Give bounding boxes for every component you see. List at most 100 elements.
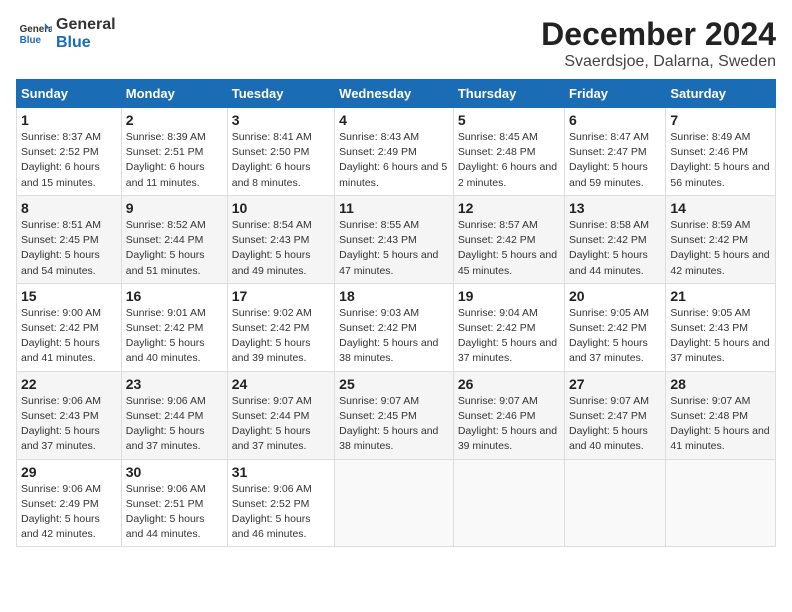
day-cell: 29 Sunrise: 9:06 AM Sunset: 2:49 PM Dayl…	[17, 459, 122, 547]
day-cell: 14 Sunrise: 8:59 AM Sunset: 2:42 PM Dayl…	[666, 195, 776, 283]
day-number: 29	[21, 464, 117, 480]
header-sunday: Sunday	[17, 80, 122, 108]
day-info: Sunrise: 8:39 AM Sunset: 2:51 PM Dayligh…	[126, 130, 223, 191]
day-info: Sunrise: 8:43 AM Sunset: 2:49 PM Dayligh…	[339, 130, 449, 191]
day-info: Sunrise: 8:59 AM Sunset: 2:42 PM Dayligh…	[670, 218, 771, 279]
day-cell: 6 Sunrise: 8:47 AM Sunset: 2:47 PM Dayli…	[565, 108, 666, 196]
day-number: 23	[126, 376, 223, 392]
day-number: 3	[232, 112, 330, 128]
logo: General Blue General Blue	[16, 16, 116, 52]
header-tuesday: Tuesday	[227, 80, 334, 108]
day-number: 19	[458, 288, 560, 304]
day-info: Sunrise: 9:00 AM Sunset: 2:42 PM Dayligh…	[21, 306, 117, 367]
day-number: 31	[232, 464, 330, 480]
day-info: Sunrise: 9:03 AM Sunset: 2:42 PM Dayligh…	[339, 306, 449, 367]
day-number: 13	[569, 200, 661, 216]
day-number: 24	[232, 376, 330, 392]
day-number: 8	[21, 200, 117, 216]
day-cell: 19 Sunrise: 9:04 AM Sunset: 2:42 PM Dayl…	[453, 283, 564, 371]
day-cell: 24 Sunrise: 9:07 AM Sunset: 2:44 PM Dayl…	[227, 371, 334, 459]
day-cell: 11 Sunrise: 8:55 AM Sunset: 2:43 PM Dayl…	[335, 195, 454, 283]
week-row-3: 15 Sunrise: 9:00 AM Sunset: 2:42 PM Dayl…	[17, 283, 776, 371]
day-cell: 28 Sunrise: 9:07 AM Sunset: 2:48 PM Dayl…	[666, 371, 776, 459]
day-number: 20	[569, 288, 661, 304]
day-cell: 25 Sunrise: 9:07 AM Sunset: 2:45 PM Dayl…	[335, 371, 454, 459]
day-number: 27	[569, 376, 661, 392]
day-info: Sunrise: 8:54 AM Sunset: 2:43 PM Dayligh…	[232, 218, 330, 279]
day-cell: 22 Sunrise: 9:06 AM Sunset: 2:43 PM Dayl…	[17, 371, 122, 459]
day-cell: 18 Sunrise: 9:03 AM Sunset: 2:42 PM Dayl…	[335, 283, 454, 371]
day-cell: 2 Sunrise: 8:39 AM Sunset: 2:51 PM Dayli…	[121, 108, 227, 196]
day-cell: 12 Sunrise: 8:57 AM Sunset: 2:42 PM Dayl…	[453, 195, 564, 283]
day-cell: 20 Sunrise: 9:05 AM Sunset: 2:42 PM Dayl…	[565, 283, 666, 371]
day-info: Sunrise: 8:57 AM Sunset: 2:42 PM Dayligh…	[458, 218, 560, 279]
day-number: 25	[339, 376, 449, 392]
day-cell: 10 Sunrise: 8:54 AM Sunset: 2:43 PM Dayl…	[227, 195, 334, 283]
day-info: Sunrise: 8:52 AM Sunset: 2:44 PM Dayligh…	[126, 218, 223, 279]
day-cell	[453, 459, 564, 547]
day-info: Sunrise: 8:37 AM Sunset: 2:52 PM Dayligh…	[21, 130, 117, 191]
day-number: 21	[670, 288, 771, 304]
day-cell: 15 Sunrise: 9:00 AM Sunset: 2:42 PM Dayl…	[17, 283, 122, 371]
day-number: 6	[569, 112, 661, 128]
subtitle: Svaerdsjoe, Dalarna, Sweden	[541, 53, 776, 71]
day-info: Sunrise: 9:07 AM Sunset: 2:48 PM Dayligh…	[670, 394, 771, 455]
day-info: Sunrise: 9:01 AM Sunset: 2:42 PM Dayligh…	[126, 306, 223, 367]
day-number: 11	[339, 200, 449, 216]
day-info: Sunrise: 8:51 AM Sunset: 2:45 PM Dayligh…	[21, 218, 117, 279]
day-info: Sunrise: 9:06 AM Sunset: 2:43 PM Dayligh…	[21, 394, 117, 455]
day-cell: 9 Sunrise: 8:52 AM Sunset: 2:44 PM Dayli…	[121, 195, 227, 283]
day-number: 30	[126, 464, 223, 480]
day-cell: 3 Sunrise: 8:41 AM Sunset: 2:50 PM Dayli…	[227, 108, 334, 196]
calendar-header-row: SundayMondayTuesdayWednesdayThursdayFrid…	[17, 80, 776, 108]
day-cell	[565, 459, 666, 547]
day-number: 10	[232, 200, 330, 216]
day-cell: 30 Sunrise: 9:06 AM Sunset: 2:51 PM Dayl…	[121, 459, 227, 547]
day-number: 7	[670, 112, 771, 128]
day-number: 12	[458, 200, 560, 216]
day-number: 9	[126, 200, 223, 216]
logo-icon: General Blue	[16, 16, 52, 52]
header-friday: Friday	[565, 80, 666, 108]
week-row-2: 8 Sunrise: 8:51 AM Sunset: 2:45 PM Dayli…	[17, 195, 776, 283]
week-row-1: 1 Sunrise: 8:37 AM Sunset: 2:52 PM Dayli…	[17, 108, 776, 196]
day-cell: 1 Sunrise: 8:37 AM Sunset: 2:52 PM Dayli…	[17, 108, 122, 196]
day-number: 14	[670, 200, 771, 216]
day-info: Sunrise: 9:06 AM Sunset: 2:44 PM Dayligh…	[126, 394, 223, 455]
day-cell: 21 Sunrise: 9:05 AM Sunset: 2:43 PM Dayl…	[666, 283, 776, 371]
day-cell: 23 Sunrise: 9:06 AM Sunset: 2:44 PM Dayl…	[121, 371, 227, 459]
header-saturday: Saturday	[666, 80, 776, 108]
day-info: Sunrise: 9:05 AM Sunset: 2:43 PM Dayligh…	[670, 306, 771, 367]
day-cell: 4 Sunrise: 8:43 AM Sunset: 2:49 PM Dayli…	[335, 108, 454, 196]
day-cell	[666, 459, 776, 547]
header-monday: Monday	[121, 80, 227, 108]
day-number: 17	[232, 288, 330, 304]
day-cell	[335, 459, 454, 547]
day-number: 28	[670, 376, 771, 392]
day-info: Sunrise: 9:07 AM Sunset: 2:44 PM Dayligh…	[232, 394, 330, 455]
day-info: Sunrise: 8:58 AM Sunset: 2:42 PM Dayligh…	[569, 218, 661, 279]
day-info: Sunrise: 9:07 AM Sunset: 2:47 PM Dayligh…	[569, 394, 661, 455]
day-cell: 16 Sunrise: 9:01 AM Sunset: 2:42 PM Dayl…	[121, 283, 227, 371]
week-row-5: 29 Sunrise: 9:06 AM Sunset: 2:49 PM Dayl…	[17, 459, 776, 547]
day-info: Sunrise: 9:07 AM Sunset: 2:46 PM Dayligh…	[458, 394, 560, 455]
day-number: 4	[339, 112, 449, 128]
day-info: Sunrise: 9:05 AM Sunset: 2:42 PM Dayligh…	[569, 306, 661, 367]
day-cell: 5 Sunrise: 8:45 AM Sunset: 2:48 PM Dayli…	[453, 108, 564, 196]
day-info: Sunrise: 9:02 AM Sunset: 2:42 PM Dayligh…	[232, 306, 330, 367]
main-title: December 2024	[541, 16, 776, 53]
day-number: 1	[21, 112, 117, 128]
day-info: Sunrise: 9:06 AM Sunset: 2:51 PM Dayligh…	[126, 482, 223, 543]
day-info: Sunrise: 8:41 AM Sunset: 2:50 PM Dayligh…	[232, 130, 330, 191]
day-cell: 27 Sunrise: 9:07 AM Sunset: 2:47 PM Dayl…	[565, 371, 666, 459]
day-info: Sunrise: 8:45 AM Sunset: 2:48 PM Dayligh…	[458, 130, 560, 191]
day-number: 15	[21, 288, 117, 304]
day-number: 18	[339, 288, 449, 304]
day-cell: 7 Sunrise: 8:49 AM Sunset: 2:46 PM Dayli…	[666, 108, 776, 196]
day-info: Sunrise: 9:07 AM Sunset: 2:45 PM Dayligh…	[339, 394, 449, 455]
day-number: 26	[458, 376, 560, 392]
calendar-table: SundayMondayTuesdayWednesdayThursdayFrid…	[16, 79, 776, 547]
day-cell: 26 Sunrise: 9:07 AM Sunset: 2:46 PM Dayl…	[453, 371, 564, 459]
day-number: 16	[126, 288, 223, 304]
week-row-4: 22 Sunrise: 9:06 AM Sunset: 2:43 PM Dayl…	[17, 371, 776, 459]
